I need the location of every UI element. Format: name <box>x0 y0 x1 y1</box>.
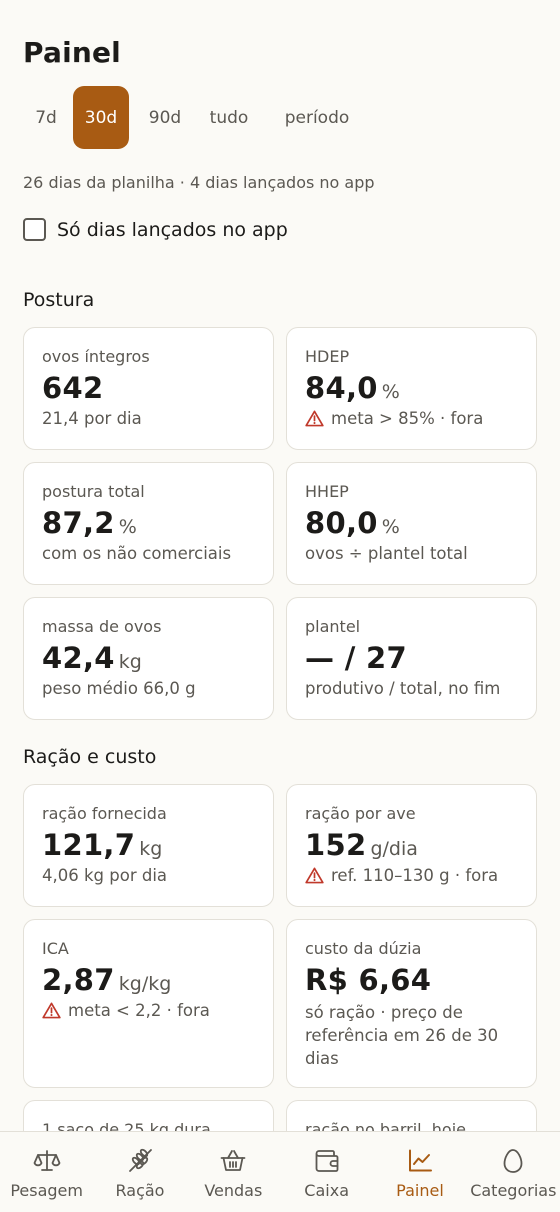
metric-note: ref. 110–130 g · fora <box>331 866 499 885</box>
nav-label: Caixa <box>304 1181 349 1200</box>
metric-note: produtivo / total, no fim <box>305 679 501 698</box>
metric-label: ICA <box>42 939 69 958</box>
metric-label: ração por ave <box>305 804 416 823</box>
warning-icon <box>42 1002 61 1019</box>
metric-card-hdep[interactable]: HDEP 84,0 % meta > 85% · fora <box>286 327 537 450</box>
warning-icon <box>305 410 324 427</box>
metric-value: 87,2 <box>42 506 115 540</box>
nav-item-caixa[interactable]: Caixa <box>280 1132 373 1212</box>
tab-periodo[interactable]: período <box>265 86 369 149</box>
app-days-checkbox[interactable] <box>23 218 46 241</box>
tab-30d[interactable]: 30d <box>73 86 129 149</box>
nav-item-painel[interactable]: Painel <box>373 1132 466 1212</box>
metric-unit: % <box>381 381 400 403</box>
metric-unit: % <box>118 516 137 538</box>
metric-card-ica[interactable]: ICA 2,87 kg/kg meta < 2,2 · fora <box>23 919 274 1088</box>
metric-label: custo da dúzia <box>305 939 422 958</box>
metric-note: peso médio 66,0 g <box>42 679 196 698</box>
section-title-racao: Ração e custo <box>23 746 157 768</box>
warning-icon <box>305 867 324 884</box>
metric-note: 4,06 kg por dia <box>42 866 168 885</box>
metric-label: massa de ovos <box>42 617 162 636</box>
metric-card-hhep[interactable]: HHEP 80,0 % ovos ÷ plantel total <box>286 462 537 585</box>
metric-value: 2,87 <box>42 963 115 997</box>
nav-item-vendas[interactable]: Vendas <box>187 1132 280 1212</box>
wallet-icon <box>315 1150 339 1172</box>
app-days-label[interactable]: Só dias lançados no app <box>57 219 288 241</box>
metric-value: 84,0 <box>305 371 378 405</box>
range-tabs: 7d 30d 90d tudo período <box>23 86 369 149</box>
chart-icon <box>408 1149 432 1172</box>
metric-unit: kg <box>118 651 142 673</box>
metric-unit: kg/kg <box>118 973 172 995</box>
metric-label: plantel <box>305 617 361 636</box>
section-title-postura: Postura <box>23 289 95 311</box>
metric-card-custo-da-duzia[interactable]: custo da dúzia R$ 6,64 só ração · preço … <box>286 919 537 1088</box>
nav-label: Pesagem <box>10 1181 83 1200</box>
nav-item-pesagem[interactable]: Pesagem <box>0 1132 93 1212</box>
nav-item-categorias[interactable]: Categorias <box>467 1132 560 1212</box>
page-title: Painel <box>23 36 121 69</box>
metric-note: só ração · preço de referência em 26 de … <box>305 1003 499 1068</box>
nav-label: Painel <box>396 1181 444 1200</box>
metric-unit: % <box>381 516 400 538</box>
egg-icon <box>503 1149 523 1173</box>
nav-label: Ração <box>115 1181 165 1200</box>
metric-unit: kg <box>139 838 163 860</box>
metric-label: HDEP <box>305 347 350 366</box>
tab-tudo[interactable]: tudo <box>201 86 257 149</box>
bottom-nav: Pesagem Ração Vendas Caixa Painel Catego… <box>0 1131 560 1212</box>
metric-value: R$ 6,64 <box>305 963 432 997</box>
metric-label: ovos íntegros <box>42 347 150 366</box>
metric-value: — / 27 <box>305 641 407 675</box>
metric-value: 642 <box>42 371 104 405</box>
wheat-icon <box>129 1148 152 1172</box>
metric-note: 21,4 por dia <box>42 409 142 428</box>
metric-note: meta < 2,2 · fora <box>68 1001 210 1020</box>
nav-label: Categorias <box>470 1181 557 1200</box>
metric-card-postura-total[interactable]: postura total 87,2 % com os não comercia… <box>23 462 274 585</box>
metric-card-massa-de-ovos[interactable]: massa de ovos 42,4 kg peso médio 66,0 g <box>23 597 274 720</box>
metric-label: postura total <box>42 482 145 501</box>
metric-card-plantel[interactable]: plantel — / 27 produtivo / total, no fim <box>286 597 537 720</box>
tab-7d[interactable]: 7d <box>23 86 69 149</box>
metric-unit: g/dia <box>370 838 418 860</box>
nav-item-racao[interactable]: Ração <box>93 1132 186 1212</box>
metric-card-ovos-integros[interactable]: ovos íntegros 642 21,4 por dia <box>23 327 274 450</box>
metric-value: 121,7 <box>42 828 136 862</box>
metric-note: ovos ÷ plantel total <box>305 544 468 563</box>
tab-90d[interactable]: 90d <box>129 86 201 149</box>
nav-label: Vendas <box>204 1181 263 1200</box>
app-days-filter[interactable]: Só dias lançados no app <box>23 218 288 241</box>
metric-note: com os não comerciais <box>42 544 232 563</box>
metric-value: 152 <box>305 828 367 862</box>
metric-note: meta > 85% · fora <box>331 409 484 428</box>
metric-value: 80,0 <box>305 506 378 540</box>
basket-icon <box>220 1150 246 1171</box>
metric-label: ração fornecida <box>42 804 167 823</box>
metric-value: 42,4 <box>42 641 115 675</box>
metric-card-racao-por-ave[interactable]: ração por ave 152 g/dia ref. 110–130 g ·… <box>286 784 537 907</box>
scale-icon <box>33 1150 61 1171</box>
metric-label: HHEP <box>305 482 349 501</box>
metric-card-racao-fornecida[interactable]: ração fornecida 121,7 kg 4,06 kg por dia <box>23 784 274 907</box>
data-summary: 26 dias da planilha · 4 dias lançados no… <box>23 173 375 192</box>
